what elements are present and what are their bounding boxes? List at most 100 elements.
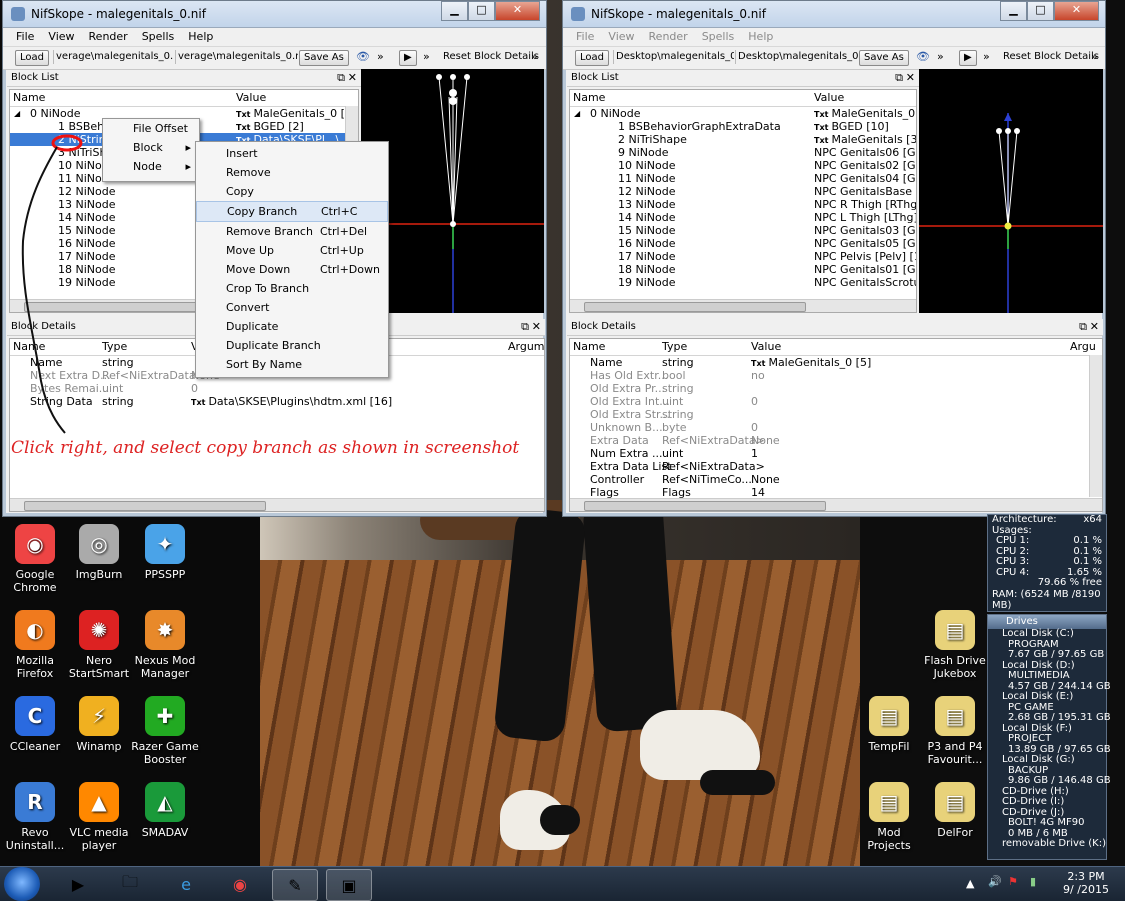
details-row[interactable]: Old Extra Pr... string <box>570 382 1102 395</box>
details-row[interactable]: Unknown B... byte 0 <box>570 421 1102 434</box>
close-icon[interactable]: ✕ <box>348 70 357 86</box>
details-row[interactable]: Controller Ref<NiTimeCo... None <box>570 473 1102 486</box>
more-icon[interactable]: » <box>983 50 990 63</box>
menu-item-sort-by-name[interactable]: Sort By Name <box>196 355 388 374</box>
ie-icon[interactable]: e <box>164 869 208 899</box>
float-icon[interactable]: ⧉ <box>895 70 903 86</box>
menu-item-move-down[interactable]: Move Down Ctrl+Down <box>196 260 388 279</box>
horizontal-scrollbar[interactable] <box>570 299 916 312</box>
desktop-shortcut[interactable]: ▤ Flash Drive Jukebox <box>920 610 990 680</box>
details-row[interactable]: Extra Data Ref<NiExtraData> None <box>570 434 1102 447</box>
play-button[interactable]: ▶ <box>399 50 417 66</box>
context-menu[interactable]: File Offset Block ▸ Node ▸ <box>102 118 200 182</box>
save-as-button[interactable]: Save As <box>299 50 349 66</box>
menu-item-convert[interactable]: Convert <box>196 298 388 317</box>
block-list-row[interactable]: 18 NiNode NPC Genitals01 [Ge <box>570 263 916 276</box>
column-argument[interactable]: Argu <box>1070 339 1096 355</box>
close-icon[interactable]: ✕ <box>906 70 915 86</box>
menu-help[interactable]: Help <box>181 28 220 46</box>
volume-icon[interactable]: 🔊 <box>988 875 1002 888</box>
column-name[interactable]: Name <box>573 339 605 355</box>
close-button[interactable]: ✕ <box>1054 1 1099 21</box>
block-list-row[interactable]: 9 NiNode NPC Genitals06 [Ge <box>570 146 916 159</box>
menu-render[interactable]: Render <box>642 28 695 46</box>
more-icon[interactable]: » <box>1091 50 1098 63</box>
menu-item-insert[interactable]: Insert <box>196 144 388 163</box>
nifskope-window-right[interactable]: NifSkope - malegenitals_0.nif ▁ □ ✕ File… <box>562 0 1106 517</box>
explorer-icon[interactable]: 🗀 <box>108 869 152 899</box>
block-list-row[interactable]: 16 NiNode NPC Genitals05 [Ge <box>570 237 916 250</box>
render-viewport[interactable] <box>919 69 1103 313</box>
column-value[interactable]: Value <box>814 90 844 106</box>
load-path-field[interactable]: Desktop\malegenitals_0.nif <box>613 50 734 64</box>
desktop-shortcut[interactable]: R Revo Uninstall... <box>0 782 70 852</box>
block-list-row[interactable]: 2 NiTriShape Txt MaleGenitals [3] <box>570 133 916 146</box>
details-row[interactable]: Has Old Extr... bool no <box>570 369 1102 382</box>
save-path-field[interactable]: verage\malegenitals_0.nif <box>175 50 298 64</box>
desktop-shortcut[interactable]: ◭ SMADAV <box>130 782 200 839</box>
play-button[interactable]: ▶ <box>959 50 977 66</box>
block-details-table[interactable]: Name Type Value Argu Name string Txt MaleGe… <box>569 338 1103 512</box>
network-icon[interactable]: ⚑ <box>1008 875 1018 888</box>
details-row[interactable]: Name string Txt MaleGenitals_0 [5] <box>570 356 1102 369</box>
menu-spells[interactable]: Spells <box>695 28 742 46</box>
desktop-shortcut[interactable]: ◉ Google Chrome <box>0 524 70 594</box>
collapse-icon[interactable]: ◢ <box>574 107 580 120</box>
clock[interactable]: 2:3 PM 9/ /2015 <box>1058 870 1114 896</box>
load-button[interactable]: Load <box>575 50 609 66</box>
tray-expand-icon[interactable]: ▲ <box>966 877 974 890</box>
desktop-shortcut[interactable]: ▲ VLC media player <box>64 782 134 852</box>
block-list-row[interactable]: 11 NiNode NPC Genitals04 [Ge <box>570 172 916 185</box>
eye-icon[interactable]: 👁 <box>916 50 930 63</box>
horizontal-scrollbar[interactable] <box>570 498 1102 511</box>
menu-item-remove[interactable]: Remove <box>196 163 388 182</box>
menu-item-remove-branch[interactable]: Remove Branch Ctrl+Del <box>196 222 388 241</box>
save-path-field[interactable]: Desktop\malegenitals_0.nif <box>735 50 858 64</box>
menu-item-file-offset[interactable]: File Offset <box>103 119 199 138</box>
block-list-row[interactable]: 17 NiNode NPC Pelvis [Pelv] [13 <box>570 250 916 263</box>
desktop-shortcut[interactable]: C CCleaner <box>0 696 70 753</box>
details-row[interactable]: Num Extra ... uint 1 <box>570 447 1102 460</box>
vertical-scrollbar[interactable] <box>1089 355 1102 497</box>
nifskope-task-icon-2[interactable]: ▣ <box>326 869 372 901</box>
column-value[interactable]: Value <box>236 90 266 106</box>
float-icon[interactable]: ⧉ <box>521 319 529 335</box>
maximize-button[interactable]: □ <box>468 1 495 21</box>
details-row[interactable]: Old Extra Str... string <box>570 408 1102 421</box>
block-list-row[interactable]: ◢ 0 NiNode TxtMaleGenitals_0 [5] <box>570 107 916 120</box>
close-icon[interactable]: ✕ <box>1090 319 1099 335</box>
close-icon[interactable]: ✕ <box>532 319 541 335</box>
block-list-row[interactable]: 13 NiNode NPC R Thigh [RThg <box>570 198 916 211</box>
block-list-row[interactable]: 19 NiNode NPC GenitalsScrotu <box>570 276 916 289</box>
desktop-shortcut[interactable]: ▤ DelFor <box>920 782 990 839</box>
details-row[interactable]: Old Extra Int... uint 0 <box>570 395 1102 408</box>
float-icon[interactable]: ⧉ <box>1079 319 1087 335</box>
more-icon[interactable]: » <box>423 50 430 63</box>
desktop-shortcut[interactable]: ◐ Mozilla Firefox <box>0 610 70 680</box>
column-name[interactable]: Name <box>573 90 605 106</box>
minimize-button[interactable]: ▁ <box>441 1 468 21</box>
block-list-row[interactable]: 1 BSBehaviorGraphExtraData Txt BGED [10] <box>570 120 916 133</box>
desktop-shortcut[interactable]: ⚡ Winamp <box>64 696 134 753</box>
title-bar[interactable]: NifSkope - malegenitals_0.nif ▁ □ ✕ <box>563 1 1105 28</box>
block-list-row[interactable]: 14 NiNode NPC L Thigh [LThg] <box>570 211 916 224</box>
more-icon[interactable]: » <box>377 50 384 63</box>
menu-spells[interactable]: Spells <box>135 28 182 46</box>
reset-block-details-button[interactable]: Reset Block Details <box>1003 51 1099 62</box>
desktop-shortcut[interactable]: ▤ TempFil <box>854 696 924 753</box>
save-as-button[interactable]: Save As <box>859 50 909 66</box>
desktop-shortcut[interactable]: ✦ PPSSPP <box>130 524 200 581</box>
block-list-row[interactable]: 10 NiNode NPC Genitals02 [Ge <box>570 159 916 172</box>
details-row[interactable]: Extra Data List Ref<NiExtraData> <box>570 460 1102 473</box>
menu-item-block[interactable]: Block ▸ <box>103 138 199 157</box>
more-icon[interactable]: » <box>531 50 538 63</box>
block-list-row[interactable]: 15 NiNode NPC Genitals03 [Ge <box>570 224 916 237</box>
maximize-button[interactable]: □ <box>1027 1 1054 21</box>
column-value[interactable]: Value <box>751 339 781 355</box>
menu-item-duplicate[interactable]: Duplicate <box>196 317 388 336</box>
desktop-shortcut[interactable]: ◎ ImgBurn <box>64 524 134 581</box>
desktop-shortcut[interactable]: ✺ Nero StartSmart <box>64 610 134 680</box>
block-submenu[interactable]: Insert Remove Copy Copy Branch Ctrl+C Remove … <box>195 141 389 378</box>
minimize-button[interactable]: ▁ <box>1000 1 1027 21</box>
menu-view[interactable]: View <box>601 28 641 46</box>
